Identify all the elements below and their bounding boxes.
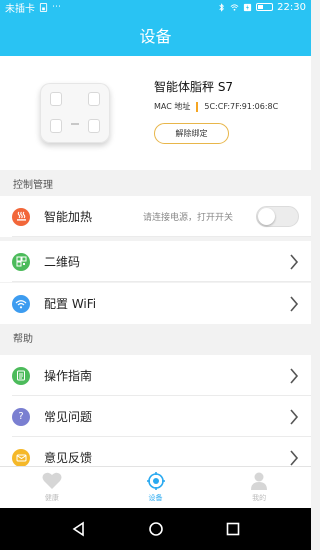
chevron-right-icon — [290, 295, 299, 312]
row-label-wifi-config: 配置 WiFi — [44, 297, 97, 311]
mac-separator — [196, 101, 199, 112]
recents-icon[interactable] — [225, 521, 241, 537]
carrier-text: 未插卡 — [5, 3, 35, 15]
row-qrcode[interactable]: 二维码 — [0, 241, 311, 282]
guide-icon — [12, 366, 30, 385]
row-label-faq: 常见问题 — [44, 410, 93, 424]
user-icon — [251, 472, 268, 490]
page-title: 设备 — [139, 27, 172, 46]
charging-icon — [244, 3, 252, 11]
chevron-right-icon — [290, 253, 299, 270]
status-bar: 未插卡 ⋯ 22:30 — [0, 0, 311, 15]
row-label-smart-heating: 智能加热 — [44, 210, 93, 224]
device-target-icon — [146, 472, 165, 490]
row-label-operation-guide: 操作指南 — [44, 369, 93, 383]
row-smart-heating: 智能加热 请连接电源，打开开关 — [0, 196, 311, 237]
section-title-help: 帮助 — [13, 333, 33, 345]
heart-icon — [42, 472, 62, 489]
chevron-right-icon — [290, 449, 299, 466]
clock-text: 22:30 — [277, 1, 306, 13]
row-wifi-config[interactable]: 配置 WiFi — [0, 283, 311, 324]
tab-me[interactable]: 我的 — [207, 467, 311, 508]
question-icon: ? — [12, 407, 30, 426]
tab-device[interactable]: 设备 — [104, 467, 208, 508]
device-card: 智能体脂秤 S7 MAC 地址 5C:CF:7F:91:06:8C 解除绑定 — [0, 56, 311, 170]
row-label-qrcode: 二维码 — [44, 255, 81, 269]
more-notifications-icon: ⋯ — [52, 2, 61, 12]
back-icon[interactable] — [71, 521, 87, 537]
tab-health[interactable]: 健康 — [0, 467, 104, 508]
tab-label-device: 设备 — [148, 494, 163, 502]
wifi-status-icon — [230, 3, 239, 11]
row-operation-guide[interactable]: 操作指南 — [0, 355, 311, 396]
battery-icon — [256, 3, 274, 11]
heater-icon — [12, 207, 30, 226]
device-mac-row: MAC 地址 5C:CF:7F:91:06:8C — [154, 101, 278, 112]
heating-hint: 请连接电源，打开开关 — [143, 213, 234, 223]
unbind-button[interactable]: 解除绑定 — [154, 123, 229, 144]
system-nav-bar — [0, 508, 311, 550]
heating-toggle[interactable] — [256, 206, 299, 227]
home-icon[interactable] — [148, 521, 164, 537]
device-name: 智能体脂秤 S7 — [154, 80, 234, 94]
wifi-icon — [12, 294, 30, 313]
sim-icon — [39, 2, 48, 12]
row-faq[interactable]: ? 常见问题 — [0, 396, 311, 437]
toggle-knob — [258, 208, 275, 225]
section-title-control: 控制管理 — [13, 179, 53, 191]
feedback-icon — [12, 448, 30, 467]
mac-value: 5C:CF:7F:91:06:8C — [204, 102, 279, 111]
tab-label-me: 我的 — [252, 494, 267, 502]
chevron-right-icon — [290, 367, 299, 384]
app-title-bar: 设备 — [0, 14, 311, 56]
chevron-right-icon — [290, 408, 299, 425]
qrcode-icon — [12, 252, 30, 271]
mac-label: MAC 地址 — [154, 102, 191, 111]
tab-label-health: 健康 — [44, 494, 59, 502]
row-label-feedback: 意见反馈 — [44, 451, 93, 465]
scale-image — [40, 83, 110, 143]
bluetooth-icon — [219, 2, 225, 12]
bottom-tab-bar: 健康 设备 我的 — [0, 466, 311, 508]
